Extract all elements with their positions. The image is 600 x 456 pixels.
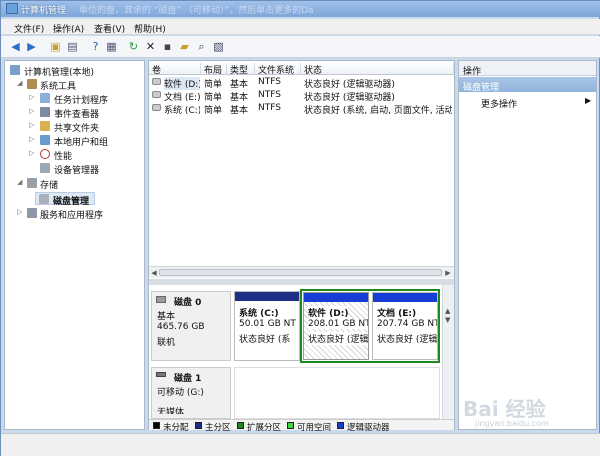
- partition-d[interactable]: 软件 (D:) 208.01 GB NT 状态良好 (逻辑: [303, 292, 369, 360]
- table-row[interactable]: 文档 (E:) 简单 基本 NTFS 状态良好 (逻辑驱动器): [149, 89, 454, 103]
- menu-help[interactable]: 帮助(H): [134, 22, 166, 35]
- legend-swatch-logical: [337, 422, 344, 429]
- legend-swatch-extended: [237, 422, 244, 429]
- expand-icon[interactable]: ▷: [29, 94, 36, 101]
- refresh-icon[interactable]: ↻: [127, 40, 140, 53]
- export-icon[interactable]: ▧: [212, 40, 225, 53]
- legend-swatch-free-space: [287, 422, 294, 429]
- primary-partition-bar: [235, 292, 299, 301]
- partition-c[interactable]: 系统 (C:) 50.01 GB NT 状态良好 (系: [234, 291, 300, 361]
- actions-pane: 操作 磁盘管理 更多操作 ▶: [458, 60, 597, 430]
- navigation-tree: 计算机管理(本地) ◢ 系统工具 ▷ 任务计划程序 ▷ 事件查看器 ▷ 共享文件…: [4, 60, 145, 430]
- collapse-icon[interactable]: ◢: [17, 179, 24, 186]
- scroll-left-icon[interactable]: ◀: [150, 269, 158, 277]
- chevron-right-icon[interactable]: ▶: [585, 96, 591, 105]
- table-row[interactable]: 系统 (C:) 简单 基本 NTFS 状态良好 (系统, 启动, 页面文件, 活…: [149, 102, 454, 116]
- expand-icon[interactable]: ▷: [29, 122, 36, 129]
- title-bar[interactable]: 计算机管理 单位的盘，其余的 “磁盘” （可移动）”，然后单击更多的Da: [1, 1, 600, 17]
- extended-partition[interactable]: 软件 (D:) 208.01 GB NT 状态良好 (逻辑 文档 (E:) 20…: [300, 289, 440, 363]
- forward-icon[interactable]: ▶: [25, 40, 38, 53]
- device-manager-icon: [40, 163, 50, 173]
- col-status[interactable]: 状态: [301, 63, 454, 76]
- drive-icon: [152, 91, 161, 98]
- logical-drive-bar: [373, 293, 437, 302]
- scroll-thumb[interactable]: [159, 269, 442, 276]
- removable-disk-icon: [156, 372, 166, 377]
- disk-management-pane: 卷 布局 类型 文件系统 状态 软件 (D:) 简单 基本 NTFS 状态良好 …: [148, 60, 455, 433]
- properties-icon[interactable]: ▦: [105, 40, 118, 53]
- scroll-down-icon[interactable]: ▼: [445, 316, 450, 324]
- clock-icon: [40, 93, 50, 103]
- event-viewer-icon: [40, 107, 50, 117]
- up-folder-icon[interactable]: ▣: [49, 40, 62, 53]
- collapse-icon[interactable]: ◢: [17, 80, 24, 87]
- scroll-up-icon[interactable]: ▲: [445, 307, 450, 315]
- users-icon: [40, 135, 50, 145]
- expand-icon[interactable]: ▷: [29, 136, 36, 143]
- open-icon[interactable]: ▪: [161, 40, 174, 53]
- search-icon[interactable]: ⌕: [195, 40, 208, 53]
- table-row[interactable]: 软件 (D:) 简单 基本 NTFS 状态良好 (逻辑驱动器): [149, 76, 454, 90]
- tree-item-disk-management[interactable]: 磁盘管理: [35, 192, 95, 207]
- computer-icon: [10, 65, 20, 75]
- status-bar: [1, 433, 600, 456]
- toolbar: ◀ ▶ ▣ ▤ ? ▦ ↻ ✕ ▪ ▰ ⌕ ▧: [1, 36, 600, 58]
- disk-1-area: [234, 367, 440, 419]
- actions-section-disk-management[interactable]: 磁盘管理: [459, 77, 596, 93]
- actions-header: 操作: [459, 61, 596, 77]
- col-filesystem[interactable]: 文件系统: [255, 63, 301, 76]
- help-icon[interactable]: ?: [89, 40, 102, 53]
- list-icon[interactable]: ▤: [66, 40, 79, 53]
- col-type[interactable]: 类型: [227, 63, 255, 76]
- horizontal-scrollbar[interactable]: ◀ ▶: [149, 266, 454, 278]
- disk-0-label[interactable]: 磁盘 0 基本 465.76 GB 联机: [151, 291, 231, 361]
- col-volume[interactable]: 卷: [149, 63, 201, 76]
- expand-icon[interactable]: ▷: [17, 209, 24, 216]
- disk-1-label[interactable]: 磁盘 1 可移动 (G:) 无媒体: [151, 367, 231, 419]
- more-actions-link[interactable]: 更多操作: [481, 97, 517, 110]
- scroll-right-icon[interactable]: ▶: [444, 269, 452, 277]
- watermark-url: jingyan.baidu.com: [475, 419, 549, 428]
- partition-e[interactable]: 文档 (E:) 207.74 GB NT 状态良好 (逻辑: [372, 292, 438, 360]
- menu-view[interactable]: 查看(V): [94, 22, 125, 35]
- col-layout[interactable]: 布局: [201, 63, 227, 76]
- storage-icon: [27, 178, 37, 188]
- shared-folder-icon: [40, 121, 50, 131]
- expand-icon[interactable]: ▷: [29, 108, 36, 115]
- legend: 未分配 主分区 扩展分区 可用空间 逻辑驱动器: [149, 419, 454, 433]
- delete-icon[interactable]: ✕: [144, 40, 157, 53]
- watermark-logo: Bai 经验: [463, 397, 546, 421]
- window-title-overlay: 单位的盘，其余的 “磁盘” （可移动）”，然后单击更多的Da: [79, 6, 314, 16]
- drive-icon: [152, 78, 161, 85]
- legend-swatch-unallocated: [153, 422, 160, 429]
- disk-icon: [39, 194, 49, 204]
- vertical-scrollbar[interactable]: ▲ ▼: [442, 285, 454, 419]
- back-icon[interactable]: ◀: [9, 40, 22, 53]
- window-title: 计算机管理: [21, 6, 67, 16]
- hard-disk-icon: [156, 296, 166, 303]
- tools-icon: [27, 79, 37, 89]
- expand-icon[interactable]: ▷: [29, 150, 36, 157]
- logical-drive-bar: [304, 293, 368, 302]
- menu-file[interactable]: 文件(F): [14, 22, 44, 35]
- volume-table-header: 卷 布局 类型 文件系统 状态: [149, 61, 454, 76]
- computer-management-window: 计算机管理 单位的盘，其余的 “磁盘” （可移动）”，然后单击更多的Da 文件(…: [0, 0, 600, 456]
- menu-bar: 文件(F) 操作(A) 查看(V) 帮助(H): [1, 19, 600, 35]
- legend-swatch-primary: [195, 422, 202, 429]
- app-icon: [6, 3, 18, 14]
- drive-icon: [152, 104, 161, 111]
- services-icon: [27, 208, 37, 218]
- folder-icon[interactable]: ▰: [178, 40, 191, 53]
- performance-icon: [40, 149, 50, 159]
- menu-action[interactable]: 操作(A): [53, 22, 84, 35]
- disk-layout-area: 磁盘 0 基本 465.76 GB 联机 系统 (C:) 50.01 GB NT…: [149, 285, 454, 419]
